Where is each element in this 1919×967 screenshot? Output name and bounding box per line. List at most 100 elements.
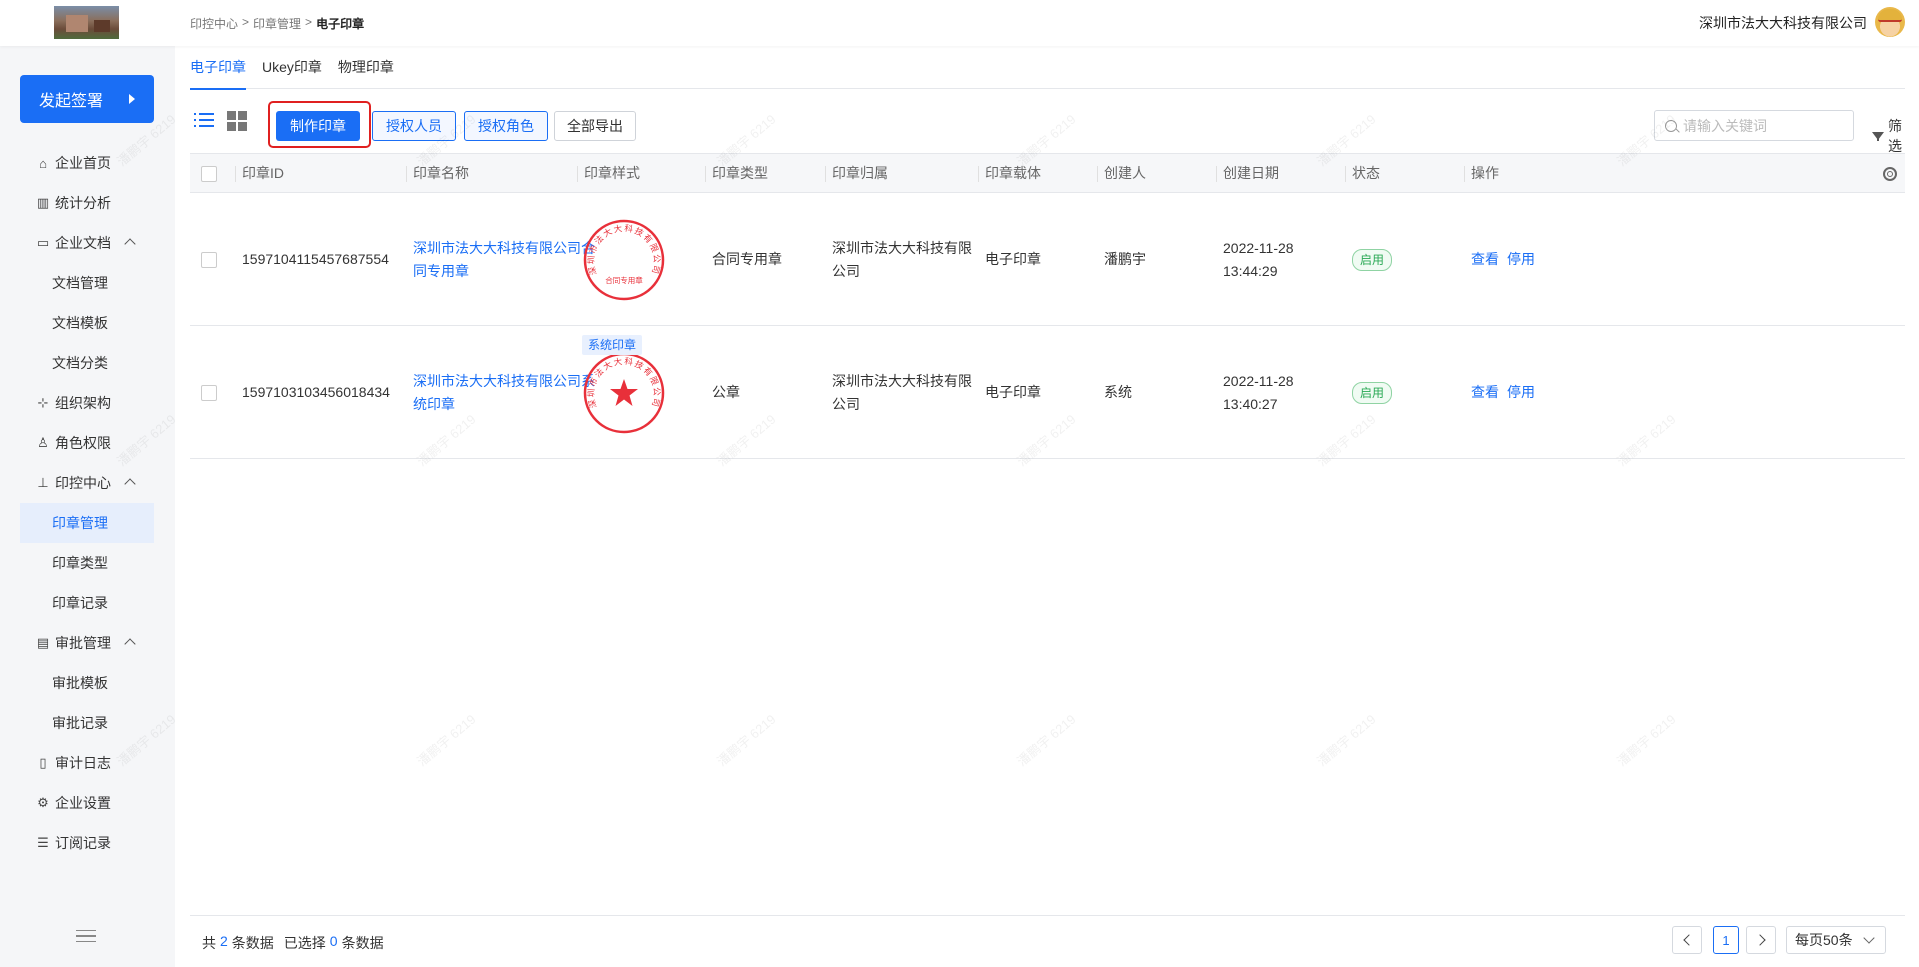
sidebar-item[interactable]: 审批模板 bbox=[20, 663, 154, 703]
org-icon: ⊹ bbox=[37, 395, 49, 410]
breadcrumb-item[interactable]: 印章管理 bbox=[253, 15, 301, 32]
selected-suffix: 条数据 bbox=[341, 935, 384, 951]
seal-wrapper: 系统印章 深圳市法大大科技有限公司 bbox=[582, 326, 666, 459]
auth-person-button[interactable]: 授权人员 bbox=[372, 111, 456, 141]
column-settings-icon[interactable] bbox=[1883, 167, 1897, 181]
search-box bbox=[1654, 110, 1854, 141]
disable-link[interactable]: 停用 bbox=[1507, 381, 1535, 404]
make-seal-button[interactable]: 制作印章 bbox=[276, 111, 360, 141]
row-checkbox[interactable] bbox=[201, 251, 217, 268]
sidebar-item[interactable]: ▭ 企业文档 bbox=[20, 223, 154, 263]
start-signing-button[interactable]: 发起签署 bbox=[20, 75, 154, 123]
page-size-select[interactable]: 每页50条 bbox=[1786, 926, 1886, 954]
prev-page-button[interactable] bbox=[1672, 926, 1702, 954]
row-checkbox[interactable] bbox=[201, 384, 217, 401]
auth-role-button[interactable]: 授权角色 bbox=[464, 111, 548, 141]
sidebar-item[interactable]: ⊹ 组织架构 bbox=[20, 383, 154, 423]
total-count: 2 bbox=[220, 933, 228, 949]
selected-count: 0 bbox=[329, 933, 338, 949]
select-all-checkbox[interactable] bbox=[201, 166, 217, 182]
row-actions: 查看 停用 bbox=[1471, 248, 1535, 271]
seal-id: 1597104115457687554 bbox=[242, 251, 389, 267]
sidebar-item[interactable]: ▤ 审批管理 bbox=[20, 623, 154, 663]
company-logo[interactable] bbox=[54, 6, 119, 39]
ops-cell: 查看 停用 bbox=[1464, 326, 1535, 459]
sidebar-item[interactable]: 文档管理 bbox=[20, 263, 154, 303]
sidebar-nav: ⌂ 企业首页 ▥ 统计分析 ▭ 企业文档文档管理 文档模板 文档分类 ⊹ 组织架构 ♙ 角色权限 ⊥ 印控… bbox=[20, 143, 154, 863]
role-icon: ♙ bbox=[37, 435, 49, 450]
sidebar-item[interactable]: ⊥ 印控中心 bbox=[20, 463, 154, 503]
chevron-left-icon bbox=[1682, 934, 1695, 946]
status-badge: 启用 bbox=[1352, 248, 1393, 271]
sidebar-item-label: 印章管理 bbox=[52, 515, 108, 531]
breadcrumb-separator: > bbox=[242, 15, 250, 29]
column-header: 印章ID bbox=[235, 154, 284, 194]
company-name[interactable]: 深圳市法大大科技有限公司 bbox=[1699, 13, 1867, 33]
chart-icon: ▥ bbox=[36, 195, 50, 210]
breadcrumb-current: 电子印章 bbox=[316, 17, 365, 31]
breadcrumb-item[interactable]: 印控中心 bbox=[190, 15, 238, 32]
sidebar-item-label: 企业文档 bbox=[55, 235, 111, 251]
list-view-icon[interactable] bbox=[194, 111, 214, 131]
page-1-button[interactable]: 1 bbox=[1713, 926, 1739, 954]
seal-carrier: 电子印章 bbox=[985, 251, 1041, 267]
export-all-button[interactable]: 全部导出 bbox=[554, 111, 636, 141]
seal-image: 深圳市法大大科技有限公司 bbox=[583, 352, 665, 433]
sidebar-item-label: 审批管理 bbox=[55, 635, 111, 651]
sidebar-item[interactable]: 印章类型 bbox=[20, 543, 154, 583]
user-avatar[interactable] bbox=[1875, 7, 1905, 37]
sidebar-item[interactable]: 文档模板 bbox=[20, 303, 154, 343]
gear-icon: ⚙ bbox=[37, 795, 49, 810]
sidebar-item[interactable]: ☰ 订阅记录 bbox=[20, 823, 154, 863]
tab-0[interactable]: 电子印章 bbox=[190, 46, 246, 90]
main-content: 电子印章 Ukey印章物理印章 制作印章 授权人员 授权角色 全部导出 筛选 印章… bbox=[175, 46, 1919, 967]
start-signing-label: 发起签署 bbox=[38, 93, 103, 110]
filter-icon bbox=[1872, 132, 1884, 141]
book-icon: ▯ bbox=[39, 755, 47, 770]
breadcrumb: 印控中心 > 印章管理 > 电子印章 bbox=[190, 15, 364, 32]
sidebar-item-label: 角色权限 bbox=[55, 435, 111, 451]
chevron-up-icon[interactable] bbox=[124, 638, 136, 650]
sidebar-item-label: 审批记录 bbox=[52, 715, 108, 731]
filter-button[interactable]: 筛选 bbox=[1872, 116, 1905, 156]
search-icon bbox=[1665, 119, 1677, 132]
status-cell: 启用 bbox=[1345, 326, 1393, 459]
sidebar-item-label: 统计分析 bbox=[55, 195, 111, 211]
disable-link[interactable]: 停用 bbox=[1507, 248, 1535, 271]
seal-wrapper: 深圳市法大大科技有限公司 合同专用章 bbox=[582, 193, 666, 326]
sidebar-item-label: 审批模板 bbox=[52, 675, 108, 691]
toolbar: 制作印章 授权人员 授权角色 全部导出 筛选 bbox=[190, 101, 1905, 154]
sidebar-item[interactable]: ⌂ 企业首页 bbox=[20, 143, 154, 183]
sidebar-item-label: 组织架构 bbox=[55, 395, 111, 411]
sidebar-item[interactable]: ⚙ 企业设置 bbox=[20, 783, 154, 823]
clipboard-icon: ▤ bbox=[36, 635, 50, 650]
sidebar-item[interactable]: 印章管理 bbox=[20, 503, 154, 543]
tab-1[interactable]: Ukey印章 bbox=[262, 46, 322, 89]
created-date-cell: 2022-11-28 13:44:29 bbox=[1216, 193, 1294, 326]
search-input[interactable] bbox=[1683, 117, 1843, 134]
seal-type: 公章 bbox=[712, 384, 740, 400]
sidebar-item[interactable]: ▥ 统计分析 bbox=[20, 183, 154, 223]
chevron-right-icon bbox=[1753, 934, 1766, 946]
tab-2[interactable]: 物理印章 bbox=[338, 46, 394, 89]
next-page-button[interactable] bbox=[1746, 926, 1776, 954]
seal-tabs: 电子印章 Ukey印章 物理印章 bbox=[190, 46, 1905, 90]
sidebar-item[interactable]: 审批记录 bbox=[20, 703, 154, 743]
sidebar-item[interactable]: 文档分类 bbox=[20, 343, 154, 383]
view-link[interactable]: 查看 bbox=[1471, 381, 1499, 404]
seal-image: 深圳市法大大科技有限公司合同专用章 bbox=[583, 219, 665, 300]
sidebar-item-label: 企业首页 bbox=[55, 155, 111, 171]
collapse-sidebar-icon[interactable] bbox=[76, 930, 96, 946]
chevron-up-icon[interactable] bbox=[124, 478, 136, 490]
seal-carrier: 电子印章 bbox=[985, 384, 1041, 400]
sidebar-item-label: 印章类型 bbox=[52, 555, 108, 571]
chevron-up-icon[interactable] bbox=[124, 238, 136, 250]
sidebar-item[interactable]: ▯ 审计日志 bbox=[20, 743, 154, 783]
folder-icon: ▭ bbox=[36, 235, 50, 250]
column-header: 操作 bbox=[1464, 154, 1499, 194]
sidebar-item[interactable]: 印章记录 bbox=[20, 583, 154, 623]
grid-view-icon[interactable] bbox=[227, 111, 247, 131]
sidebar-item[interactable]: ♙ 角色权限 bbox=[20, 423, 154, 463]
view-link[interactable]: 查看 bbox=[1471, 248, 1499, 271]
created-date: 2022-11-28 13:40:27 bbox=[1223, 370, 1294, 416]
